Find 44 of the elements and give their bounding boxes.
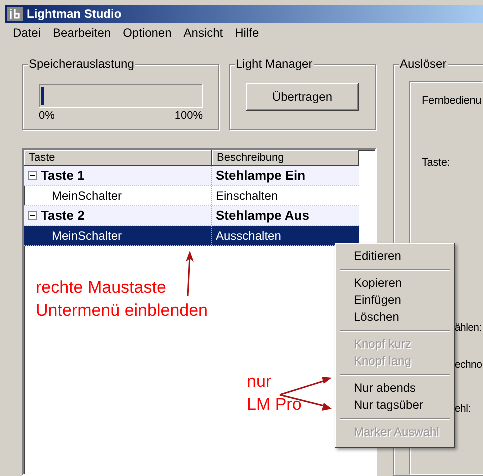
tree-item-label: Taste 2 <box>41 208 85 223</box>
annotation-arrow <box>186 251 194 296</box>
field-label: echno <box>455 358 482 373</box>
column-header[interactable]: Taste <box>24 150 212 166</box>
scale-label: 100% <box>174 110 203 122</box>
menu-item[interactable]: Ansicht <box>178 26 230 40</box>
collapse-icon[interactable] <box>28 211 37 220</box>
tree-item-description: Ausschalten <box>216 228 282 242</box>
tree-item-label: Taste 1 <box>41 168 85 183</box>
annotation-text: rechte Maustaste <box>36 277 168 299</box>
context-menu-item[interactable]: Einfügen <box>338 292 452 309</box>
remote-label: Fernbedienu <box>422 95 483 107</box>
scale-label: 0% <box>39 110 55 122</box>
menu-item[interactable]: Bearbeiten <box>47 26 118 40</box>
tree-item-label: MeinSchalter <box>52 228 122 242</box>
tree-row[interactable]: Taste 2 Stehlampe Aus <box>24 206 359 226</box>
menu-item[interactable]: Datei <box>7 26 48 40</box>
group-title: Light Manager <box>235 57 314 71</box>
context-menu-item[interactable]: Editieren <box>338 248 452 265</box>
menu-item[interactable]: Hilfe <box>229 26 266 40</box>
tree-row[interactable]: MeinSchalter Ausschalten <box>24 226 359 246</box>
field-label: ehl: <box>455 402 471 417</box>
context-menu-item[interactable]: Kopieren <box>338 275 452 292</box>
group-title: Speicherauslastung <box>28 57 136 71</box>
transfer-button[interactable]: Übertragen <box>246 83 359 111</box>
field-label: ählen: <box>455 321 482 336</box>
key-label: Taste: <box>422 157 452 169</box>
tree-item-label: MeinSchalter <box>52 188 122 202</box>
context-menu-item[interactable]: Nur abends <box>338 380 452 397</box>
tree-item-description: Stehlampe Aus <box>216 208 310 223</box>
collapse-icon[interactable] <box>28 171 37 180</box>
menu-item[interactable]: Optionen <box>117 26 178 40</box>
context-menu-item[interactable]: Löschen <box>338 309 452 326</box>
window-title: Lightman Studio <box>27 7 122 21</box>
app-logo-icon <box>7 7 23 21</box>
annotation-text: Untermenü einblenden <box>36 300 208 322</box>
column-header[interactable]: Beschreibung <box>212 150 359 166</box>
tree-item-description: Einschalten <box>216 188 278 202</box>
context-menu-item[interactable]: Nur tagsüber <box>338 397 452 414</box>
group-title: Auslöser <box>399 57 448 71</box>
annotation-text: LM Pro <box>247 394 302 416</box>
annotation-text: nur <box>247 371 273 393</box>
tree-row[interactable]: Taste 1 Stehlampe Ein <box>24 166 359 186</box>
tree-item-description: Stehlampe Ein <box>216 168 306 183</box>
